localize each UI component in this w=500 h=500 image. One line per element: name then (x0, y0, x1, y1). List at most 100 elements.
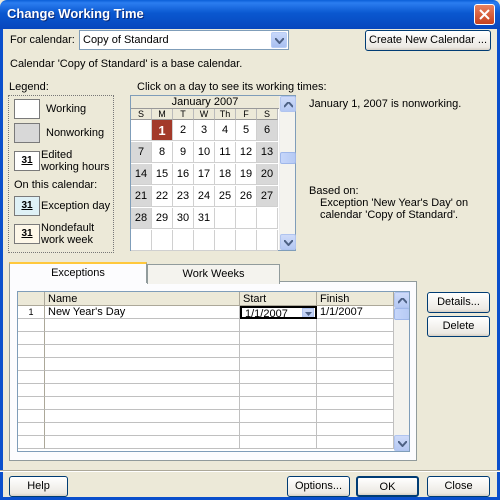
calendar-day[interactable]: 16 (173, 164, 194, 185)
exception-finish-cell[interactable]: 1/1/2007 (317, 306, 394, 319)
calendar-day[interactable]: 20 (257, 164, 278, 185)
calendar-scrollbar[interactable] (279, 96, 296, 250)
empty-table-cell[interactable] (45, 371, 240, 384)
ok-button[interactable]: OK (356, 476, 419, 497)
column-header-name[interactable]: Name (45, 292, 240, 306)
details-button[interactable]: Details... (427, 292, 490, 313)
close-window-button[interactable] (474, 4, 495, 25)
for-calendar-select[interactable]: Copy of Standard (79, 30, 289, 50)
column-header-start[interactable]: Start (240, 292, 317, 306)
calendar-instruction: Click on a day to see its working times: (137, 81, 327, 93)
empty-table-cell[interactable] (240, 371, 317, 384)
calendar-day[interactable]: 15 (152, 164, 173, 185)
calendar-day[interactable]: 17 (194, 164, 215, 185)
empty-table-cell[interactable] (317, 397, 394, 410)
calendar-day[interactable]: 30 (173, 208, 194, 229)
empty-table-cell[interactable] (45, 345, 240, 358)
calendar-day[interactable]: 22 (152, 186, 173, 207)
empty-table-cell[interactable] (240, 319, 317, 332)
chevron-down-icon[interactable] (302, 308, 314, 317)
scroll-up-button[interactable] (394, 292, 409, 308)
empty-table-cell[interactable] (317, 332, 394, 345)
create-new-calendar-button[interactable]: Create New Calendar ... (365, 30, 491, 51)
calendar-day[interactable]: 24 (194, 186, 215, 207)
close-button[interactable]: Close (427, 476, 490, 497)
empty-table-cell[interactable] (240, 423, 317, 436)
calendar-day[interactable]: 9 (173, 142, 194, 163)
exception-start-value: 1/1/2007 (245, 308, 288, 319)
empty-table-cell[interactable] (45, 319, 240, 332)
empty-table-cell[interactable] (45, 397, 240, 410)
legend-label-nonworking: Nonworking (46, 127, 105, 139)
empty-table-cell[interactable] (317, 345, 394, 358)
empty-table-cell[interactable] (317, 358, 394, 371)
table-scrollbar[interactable] (394, 292, 409, 451)
empty-table-cell[interactable] (317, 371, 394, 384)
empty-table-cell[interactable] (240, 358, 317, 371)
month-calendar[interactable]: January 2007 S M T W Th F S 1 2 3 4 5 6 7 8 9 10 11 12 13 14… (130, 95, 296, 251)
calendar-day[interactable]: 26 (236, 186, 257, 207)
calendar-day[interactable]: 8 (152, 142, 173, 163)
empty-table-cell[interactable] (317, 319, 394, 332)
chevron-down-icon[interactable] (271, 32, 287, 48)
calendar-day[interactable]: 12 (236, 142, 257, 163)
calendar-day[interactable]: 25 (215, 186, 236, 207)
empty-table-cell[interactable] (240, 410, 317, 423)
tab-exceptions[interactable]: Exceptions (9, 262, 147, 283)
scrollbar-thumb[interactable] (394, 308, 409, 320)
empty-table-cell[interactable] (317, 423, 394, 436)
calendar-day[interactable]: 31 (194, 208, 215, 229)
calendar-empty-cell (131, 230, 152, 251)
exception-start-cell[interactable]: 1/1/2007 (240, 306, 317, 319)
empty-table-cell[interactable] (240, 397, 317, 410)
calendar-empty-cell (194, 230, 215, 251)
options-button[interactable]: Options... (287, 476, 350, 497)
empty-table-cell[interactable] (317, 384, 394, 397)
delete-button[interactable]: Delete (427, 316, 490, 337)
empty-table-cell[interactable] (45, 436, 240, 449)
empty-table-cell[interactable] (45, 410, 240, 423)
calendar-day[interactable]: 6 (257, 120, 278, 141)
empty-table-cell[interactable] (45, 423, 240, 436)
calendar-day[interactable]: 28 (131, 208, 152, 229)
exception-name-cell[interactable]: New Year's Day (45, 306, 240, 319)
scroll-down-button[interactable] (394, 435, 409, 451)
empty-table-cell[interactable] (45, 358, 240, 371)
empty-table-cell[interactable] (240, 332, 317, 345)
calendar-day[interactable]: 23 (173, 186, 194, 207)
calendar-day[interactable]: 11 (215, 142, 236, 163)
day-of-week-header: Th (215, 109, 236, 120)
row-id (18, 410, 45, 423)
empty-table-cell[interactable] (240, 384, 317, 397)
empty-table-cell[interactable] (45, 384, 240, 397)
empty-table-cell[interactable] (240, 436, 317, 449)
calendar-day[interactable]: 21 (131, 186, 152, 207)
scrollbar-thumb[interactable] (280, 152, 296, 164)
calendar-day[interactable]: 4 (215, 120, 236, 141)
calendar-day[interactable]: 3 (194, 120, 215, 141)
calendar-day[interactable]: 27 (257, 186, 278, 207)
calendar-day[interactable]: 10 (194, 142, 215, 163)
calendar-empty-cell (215, 230, 236, 251)
empty-table-cell[interactable] (317, 436, 394, 449)
tab-work-weeks[interactable]: Work Weeks (147, 264, 280, 284)
calendar-day[interactable]: 2 (173, 120, 194, 141)
empty-table-cell[interactable] (45, 332, 240, 345)
calendar-day[interactable]: 14 (131, 164, 152, 185)
day-of-week-header: W (194, 109, 215, 120)
calendar-day[interactable]: 18 (215, 164, 236, 185)
calendar-day[interactable]: 13 (257, 142, 278, 163)
scroll-up-button[interactable] (280, 96, 296, 112)
exceptions-table[interactable]: Name Start Finish 1 New Year's Day 1/1/2… (17, 291, 410, 452)
empty-table-cell[interactable] (240, 345, 317, 358)
scroll-down-button[interactable] (280, 234, 296, 250)
help-button[interactable]: Help (9, 476, 68, 497)
calendar-day[interactable]: 5 (236, 120, 257, 141)
empty-table-cell[interactable] (317, 410, 394, 423)
legend-swatch-exception-day: 31 (14, 196, 40, 216)
calendar-day[interactable]: 19 (236, 164, 257, 185)
calendar-day[interactable]: 29 (152, 208, 173, 229)
column-header-finish[interactable]: Finish (317, 292, 394, 306)
calendar-day[interactable]: 7 (131, 142, 152, 163)
calendar-day[interactable]: 1 (152, 120, 173, 141)
